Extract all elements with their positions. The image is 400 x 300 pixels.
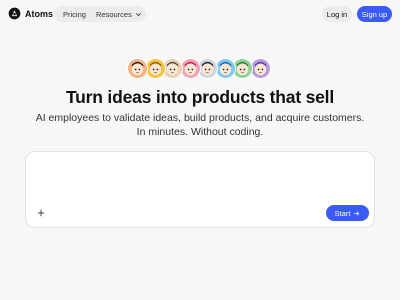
- brand-logo[interactable]: Atoms: [8, 7, 53, 20]
- prompt-box: Start: [25, 151, 375, 228]
- attach-button[interactable]: [35, 207, 47, 219]
- prompt-input[interactable]: [36, 160, 366, 200]
- nav-pricing-label: Pricing: [63, 10, 86, 19]
- start-button-label: Start: [334, 208, 351, 218]
- hero-subtitle-line-2: In minutes. Without coding.: [136, 126, 264, 138]
- agent-avatars: [127, 58, 272, 80]
- hero-subtitle-line-1: AI employees to validate ideas, build pr…: [35, 112, 365, 124]
- top-header: Atoms Pricing Resources Log in Sign up: [0, 0, 400, 28]
- brand-name: Atoms: [25, 8, 54, 19]
- nav-resources-dropdown[interactable]: Resources: [96, 10, 142, 19]
- plus-icon: [37, 209, 45, 217]
- login-button[interactable]: Log in: [322, 6, 352, 22]
- chevron-down-icon: [135, 13, 141, 17]
- main-nav: Pricing Resources: [54, 6, 146, 22]
- arrow-right-icon: [354, 210, 360, 216]
- nav-pricing-link[interactable]: Pricing: [63, 10, 86, 19]
- nav-resources-label: Resources: [96, 10, 132, 19]
- page-title: Turn ideas into products that sell: [65, 87, 335, 107]
- atoms-logo-icon: [8, 7, 21, 20]
- hero-subtitle: AI employees to validate ideas, build pr…: [0, 111, 400, 139]
- avatar-1: [127, 58, 148, 79]
- start-button[interactable]: Start: [326, 205, 369, 221]
- signup-button[interactable]: Sign up: [357, 6, 392, 22]
